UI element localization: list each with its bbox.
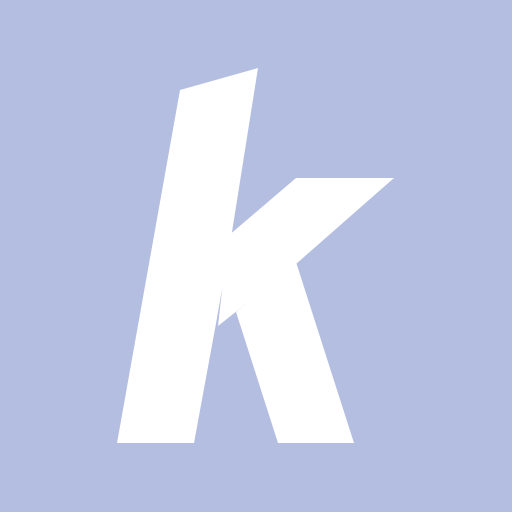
app-icon-tile <box>0 0 512 512</box>
letter-k-logo-icon <box>0 0 512 512</box>
